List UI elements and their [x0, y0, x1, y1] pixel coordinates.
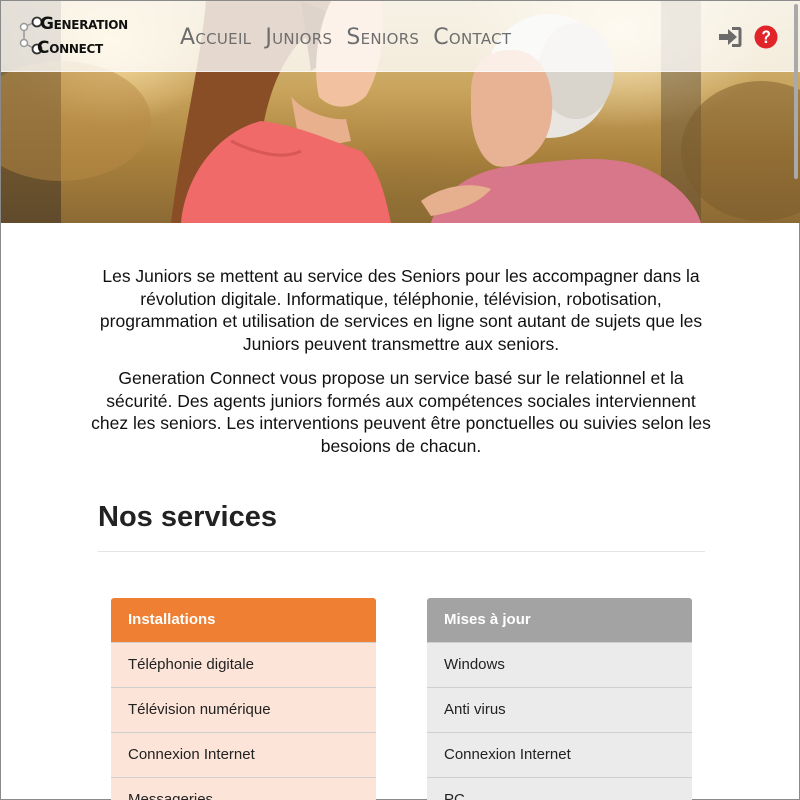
nav-item-accueil[interactable]: Accueil [180, 23, 251, 53]
question-circle-icon[interactable] [754, 25, 778, 49]
section-divider [98, 551, 705, 552]
brand-line-2: CONNECT [37, 38, 103, 58]
panel-heading: Mises à jour [427, 598, 692, 642]
list-item[interactable]: PC [427, 777, 692, 800]
list-item[interactable]: Télévision numérique [111, 687, 376, 732]
intro-paragraph-1: Les Juniors se mettent au service des Se… [99, 266, 703, 354]
intro-paragraph-2: Generation Connect vous propose un servi… [91, 368, 711, 456]
panel-mises-a-jour: Mises à jour Windows Anti virus Connexio… [427, 598, 692, 800]
services-title: Nos services [98, 501, 277, 533]
list-item[interactable]: Windows [427, 642, 692, 687]
panel-installations: Installations Téléphonie digitale Télévi… [111, 598, 376, 800]
list-item[interactable]: Téléphonie digitale [111, 642, 376, 687]
intro-section: Les Juniors se mettent au service des Se… [91, 265, 711, 469]
top-navbar: GENERATION CONNECT Accueil Juniors Senio… [1, 1, 800, 72]
list-item[interactable]: Anti virus [427, 687, 692, 732]
nav-item-contact[interactable]: Contact [433, 23, 511, 53]
brand-line-1: GENERATION [40, 14, 128, 34]
nav-item-seniors[interactable]: Seniors [346, 23, 419, 53]
brand-logo[interactable]: GENERATION CONNECT [15, 13, 130, 59]
scrollbar[interactable] [793, 1, 799, 800]
scrollbar-thumb[interactable] [794, 4, 798, 179]
main-menu: Accueil Juniors Seniors Contact [180, 23, 511, 53]
nav-item-juniors[interactable]: Juniors [265, 23, 332, 53]
panel-heading: Installations [111, 598, 376, 642]
list-item[interactable]: Messageries [111, 777, 376, 800]
sign-in-icon[interactable] [717, 25, 743, 49]
list-item[interactable]: Connexion Internet [111, 732, 376, 777]
list-item[interactable]: Connexion Internet [427, 732, 692, 777]
